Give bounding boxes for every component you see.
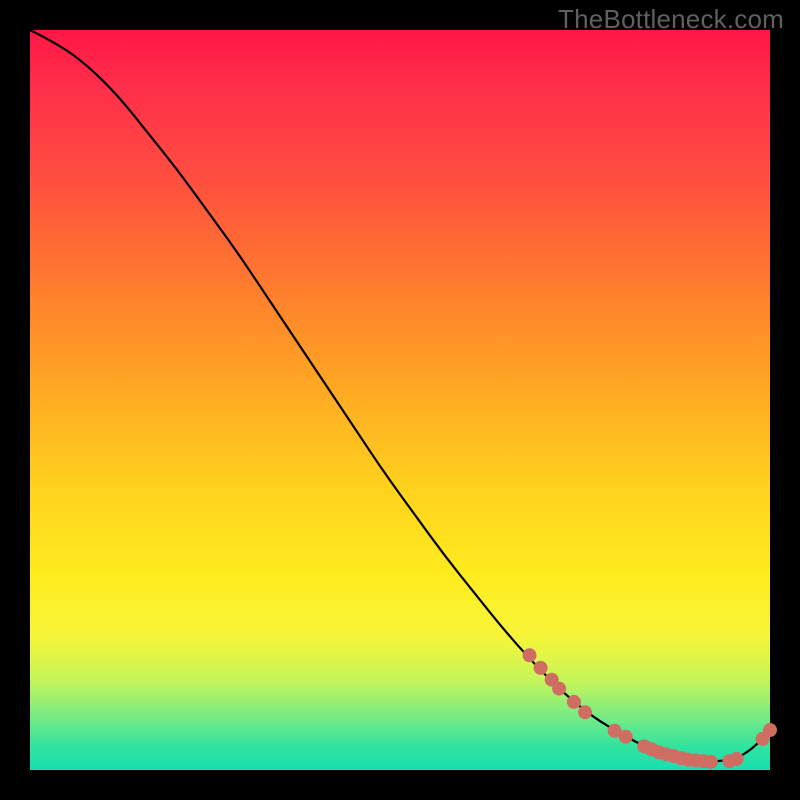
- data-marker: [704, 755, 718, 769]
- data-marker: [763, 723, 777, 737]
- markers-group: [523, 648, 778, 769]
- data-marker: [523, 648, 537, 662]
- data-marker: [552, 682, 566, 696]
- chart-svg: [30, 30, 770, 770]
- curve-line: [30, 30, 770, 761]
- data-marker: [730, 752, 744, 766]
- data-marker: [619, 730, 633, 744]
- plot-area: [30, 30, 770, 770]
- data-marker: [578, 705, 592, 719]
- chart-frame: TheBottleneck.com: [0, 0, 800, 800]
- data-marker: [567, 695, 581, 709]
- data-marker: [534, 661, 548, 675]
